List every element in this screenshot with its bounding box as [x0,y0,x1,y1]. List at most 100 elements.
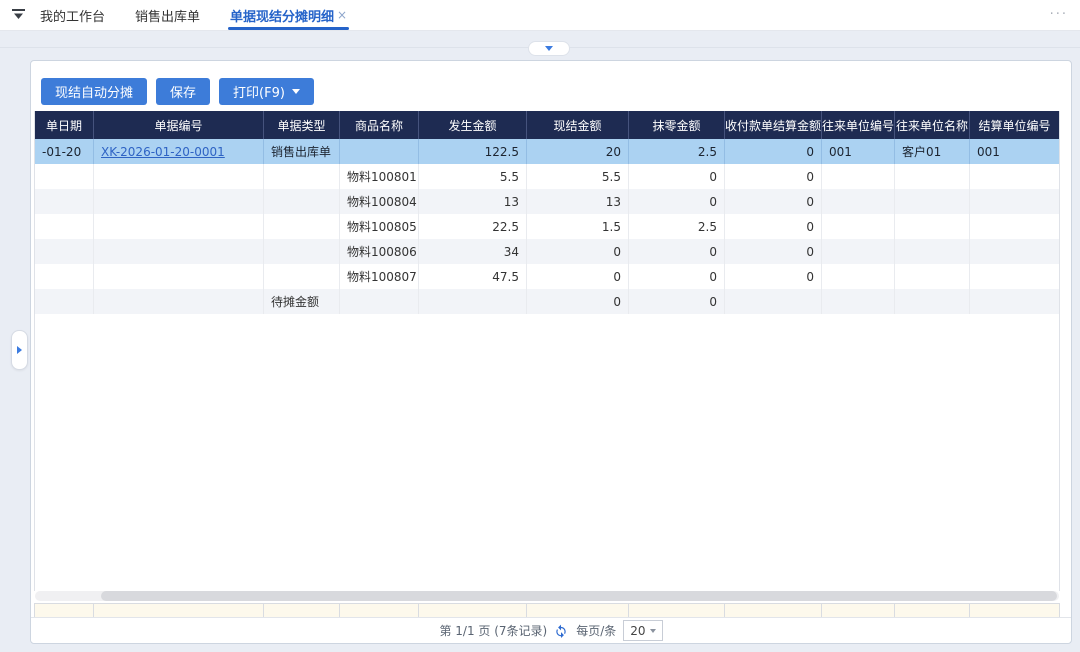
column-header[interactable]: 单日期 [35,111,94,139]
tab-list: 我的工作台 销售出库单 单据现结分摊明细 × [40,0,377,30]
table-cell [264,264,340,289]
toolbar-button-3[interactable]: 打印(F9) [219,78,314,105]
table-cell: 1.5 [527,214,629,239]
table-cell: 0 [629,164,725,189]
table-row[interactable]: 物料100806 34 0 0 0 [35,239,1059,264]
column-header[interactable]: 往来单位编号 [822,111,895,139]
toolbar-button-2[interactable]: 保存 [156,78,211,105]
data-grid: 单日期 单据编号 单据类型 商品名称 发生金额 现结金额 抹零金额 收付款单结算金额 往来单位编… [34,111,1060,591]
table-cell [725,289,822,314]
table-cell: 客户01 [895,139,970,164]
table-cell [822,289,895,314]
per-page-select[interactable]: 20 [623,620,663,641]
table-cell [895,264,970,289]
column-header[interactable]: 单据类型 [264,111,340,139]
table-cell: 2.5 [629,139,725,164]
table-cell [340,289,419,314]
column-header[interactable]: 商品名称 [340,111,419,139]
table-cell: 0 [725,139,822,164]
table-cell [970,289,1059,314]
table-cell: 20 [527,139,629,164]
main-panel: 现结自动分摊 保存 打印(F9) 单日期 单据编号 单据类型 商品名称 发生金额 现结金额 抹零… [30,60,1072,644]
table-cell [970,189,1059,214]
table-cell: 0 [629,264,725,289]
more-tabs-icon[interactable]: ··· [1050,7,1068,22]
column-header[interactable]: 结算单位编号 [970,111,1059,139]
table-cell [895,189,970,214]
table-row[interactable]: -01-20 XK-2026-01-20-0001 销售出库单 122.5 20 2.5 0… [35,139,1059,164]
table-cell [895,214,970,239]
column-header[interactable]: 抹零金额 [629,111,725,139]
table-cell [35,189,94,214]
refresh-icon[interactable] [554,623,569,638]
table-cell: 0 [725,214,822,239]
table-row[interactable]: 物料100804 13 13 0 0 [35,189,1059,214]
column-header[interactable]: 现结金额 [527,111,629,139]
grid-body: -01-20 XK-2026-01-20-0001 销售出库单 122.5 20 2.5 0… [35,139,1059,314]
table-cell: 13 [527,189,629,214]
column-header[interactable]: 往来单位名称 [895,111,970,139]
column-header[interactable]: 单据编号 [94,111,264,139]
table-cell: 0 [629,189,725,214]
table-cell: 0 [527,264,629,289]
tab-bar: 我的工作台 销售出库单 单据现结分摊明细 × ··· [0,0,1080,31]
table-cell [970,239,1059,264]
table-cell: 122.5 [419,139,527,164]
tab-label: 销售出库单 [135,9,201,25]
table-cell [94,214,264,239]
left-panel-expander[interactable] [11,330,28,370]
table-cell [895,164,970,189]
table-cell [264,164,340,189]
horizontal-scrollbar-thumb[interactable] [101,591,1057,601]
table-cell: 物料100807 [340,264,419,289]
table-cell: 0 [629,289,725,314]
table-cell [94,189,264,214]
table-cell: 0 [725,189,822,214]
table-cell [35,214,94,239]
table-cell: 5.5 [419,164,527,189]
table-cell [822,164,895,189]
table-row[interactable]: 物料100805 22.5 1.5 2.5 0 [35,214,1059,239]
table-row[interactable]: 待摊金额 0 0 [35,289,1059,314]
per-page-value: 20 [630,623,646,638]
tab-label: 单据现结分摊明细 [230,9,335,25]
button-label: 保存 [170,86,197,101]
tab-3[interactable]: 单据现结分摊明细 × [228,0,350,30]
table-cell [264,214,340,239]
column-header[interactable]: 发生金额 [419,111,527,139]
pagination-bar: 第 1/1 页 (7条记录) 每页/条 20 [31,617,1071,643]
table-cell: XK-2026-01-20-0001 [94,139,264,164]
table-row[interactable]: 物料100801 5.5 5.5 0 0 [35,164,1059,189]
grid-header-row: 单日期 单据编号 单据类型 商品名称 发生金额 现结金额 抹零金额 收付款单结算金额 往来单位编… [35,111,1059,139]
table-cell: 0 [527,289,629,314]
tab-close-icon[interactable]: × [337,8,347,22]
table-cell: 0 [725,239,822,264]
table-cell [970,164,1059,189]
tab-1[interactable]: 我的工作台 [40,0,105,30]
column-header[interactable]: 收付款单结算金额 [725,111,822,139]
table-cell: -01-20 [35,139,94,164]
table-cell: 13 [419,189,527,214]
table-cell: 0 [629,239,725,264]
horizontal-scrollbar-track [35,591,1059,601]
document-link[interactable]: XK-2026-01-20-0001 [101,145,225,159]
button-label: 打印(F9) [233,86,285,101]
toolbar-button-1[interactable]: 现结自动分摊 [41,78,148,105]
table-cell [970,214,1059,239]
table-cell [264,189,340,214]
table-cell [35,289,94,314]
filter-panel-toggle[interactable] [528,41,570,56]
table-cell [35,264,94,289]
table-cell [94,289,264,314]
table-cell: 销售出库单 [264,139,340,164]
table-cell [35,164,94,189]
page-info: 第 1/1 页 (7条记录) [439,624,548,638]
chevron-down-icon [291,89,300,94]
table-cell [895,289,970,314]
tab-2[interactable]: 销售出库单 [135,0,200,30]
table-cell: 物料100801 [340,164,419,189]
table-row[interactable]: 物料100807 47.5 0 0 0 [35,264,1059,289]
collapse-menu-icon[interactable] [10,7,26,23]
table-cell: 001 [822,139,895,164]
chevron-down-icon [545,46,553,51]
